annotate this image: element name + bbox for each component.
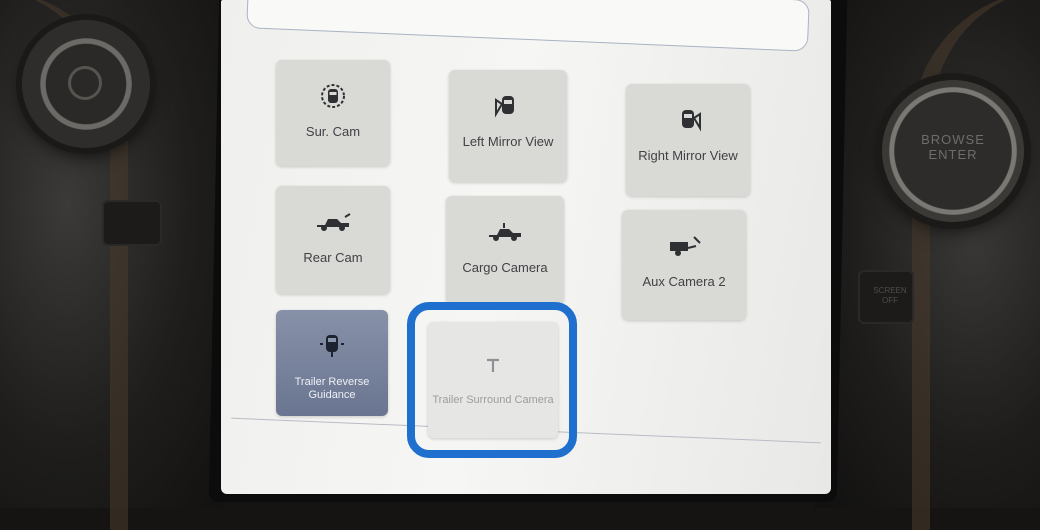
tile-left-mirror-view[interactable]: Left Mirror View xyxy=(449,70,567,182)
trailer-icon xyxy=(622,232,746,260)
tile-label: Right Mirror View xyxy=(638,148,738,163)
left-mirror-car-icon xyxy=(449,92,567,120)
annotation-highlight-box xyxy=(407,302,577,458)
screen-off-label: SCREEN OFF xyxy=(873,286,907,305)
tile-label: Left Mirror View xyxy=(462,134,554,149)
tile-rear-cam[interactable]: Rear Cam xyxy=(276,186,390,294)
volume-power-knob[interactable] xyxy=(22,20,150,148)
tile-sur-cam[interactable]: Sur. Cam xyxy=(276,60,390,166)
tile-trailer-reverse-guidance[interactable]: Trailer Reverse Guidance xyxy=(276,310,388,416)
top-bar xyxy=(246,0,810,52)
power-icon xyxy=(68,66,102,100)
left-side-button[interactable] xyxy=(102,200,162,246)
surround-car-icon xyxy=(276,82,390,110)
trailer-reverse-icon xyxy=(276,332,388,360)
screen-off-button[interactable]: SCREEN OFF xyxy=(858,270,914,324)
knob-label: BROWSE ENTER xyxy=(921,132,985,162)
tile-aux-camera-2[interactable]: Aux Camera 2 xyxy=(622,210,746,320)
tile-right-mirror-view[interactable]: Right Mirror View xyxy=(626,84,750,196)
cargo-truck-icon xyxy=(446,218,564,246)
tile-label: Sur. Cam xyxy=(305,124,361,139)
tile-label: Aux Camera 2 xyxy=(642,274,726,289)
tile-label: Trailer Reverse Guidance xyxy=(294,376,370,401)
tile-label: Cargo Camera xyxy=(462,260,548,275)
tile-label: Rear Cam xyxy=(303,250,363,265)
right-mirror-car-icon xyxy=(626,106,750,134)
browse-enter-knob[interactable]: BROWSE ENTER xyxy=(882,80,1024,222)
tile-cargo-camera[interactable]: Cargo Camera xyxy=(446,196,564,304)
trim-right xyxy=(912,0,1040,530)
rear-truck-icon xyxy=(276,208,390,236)
